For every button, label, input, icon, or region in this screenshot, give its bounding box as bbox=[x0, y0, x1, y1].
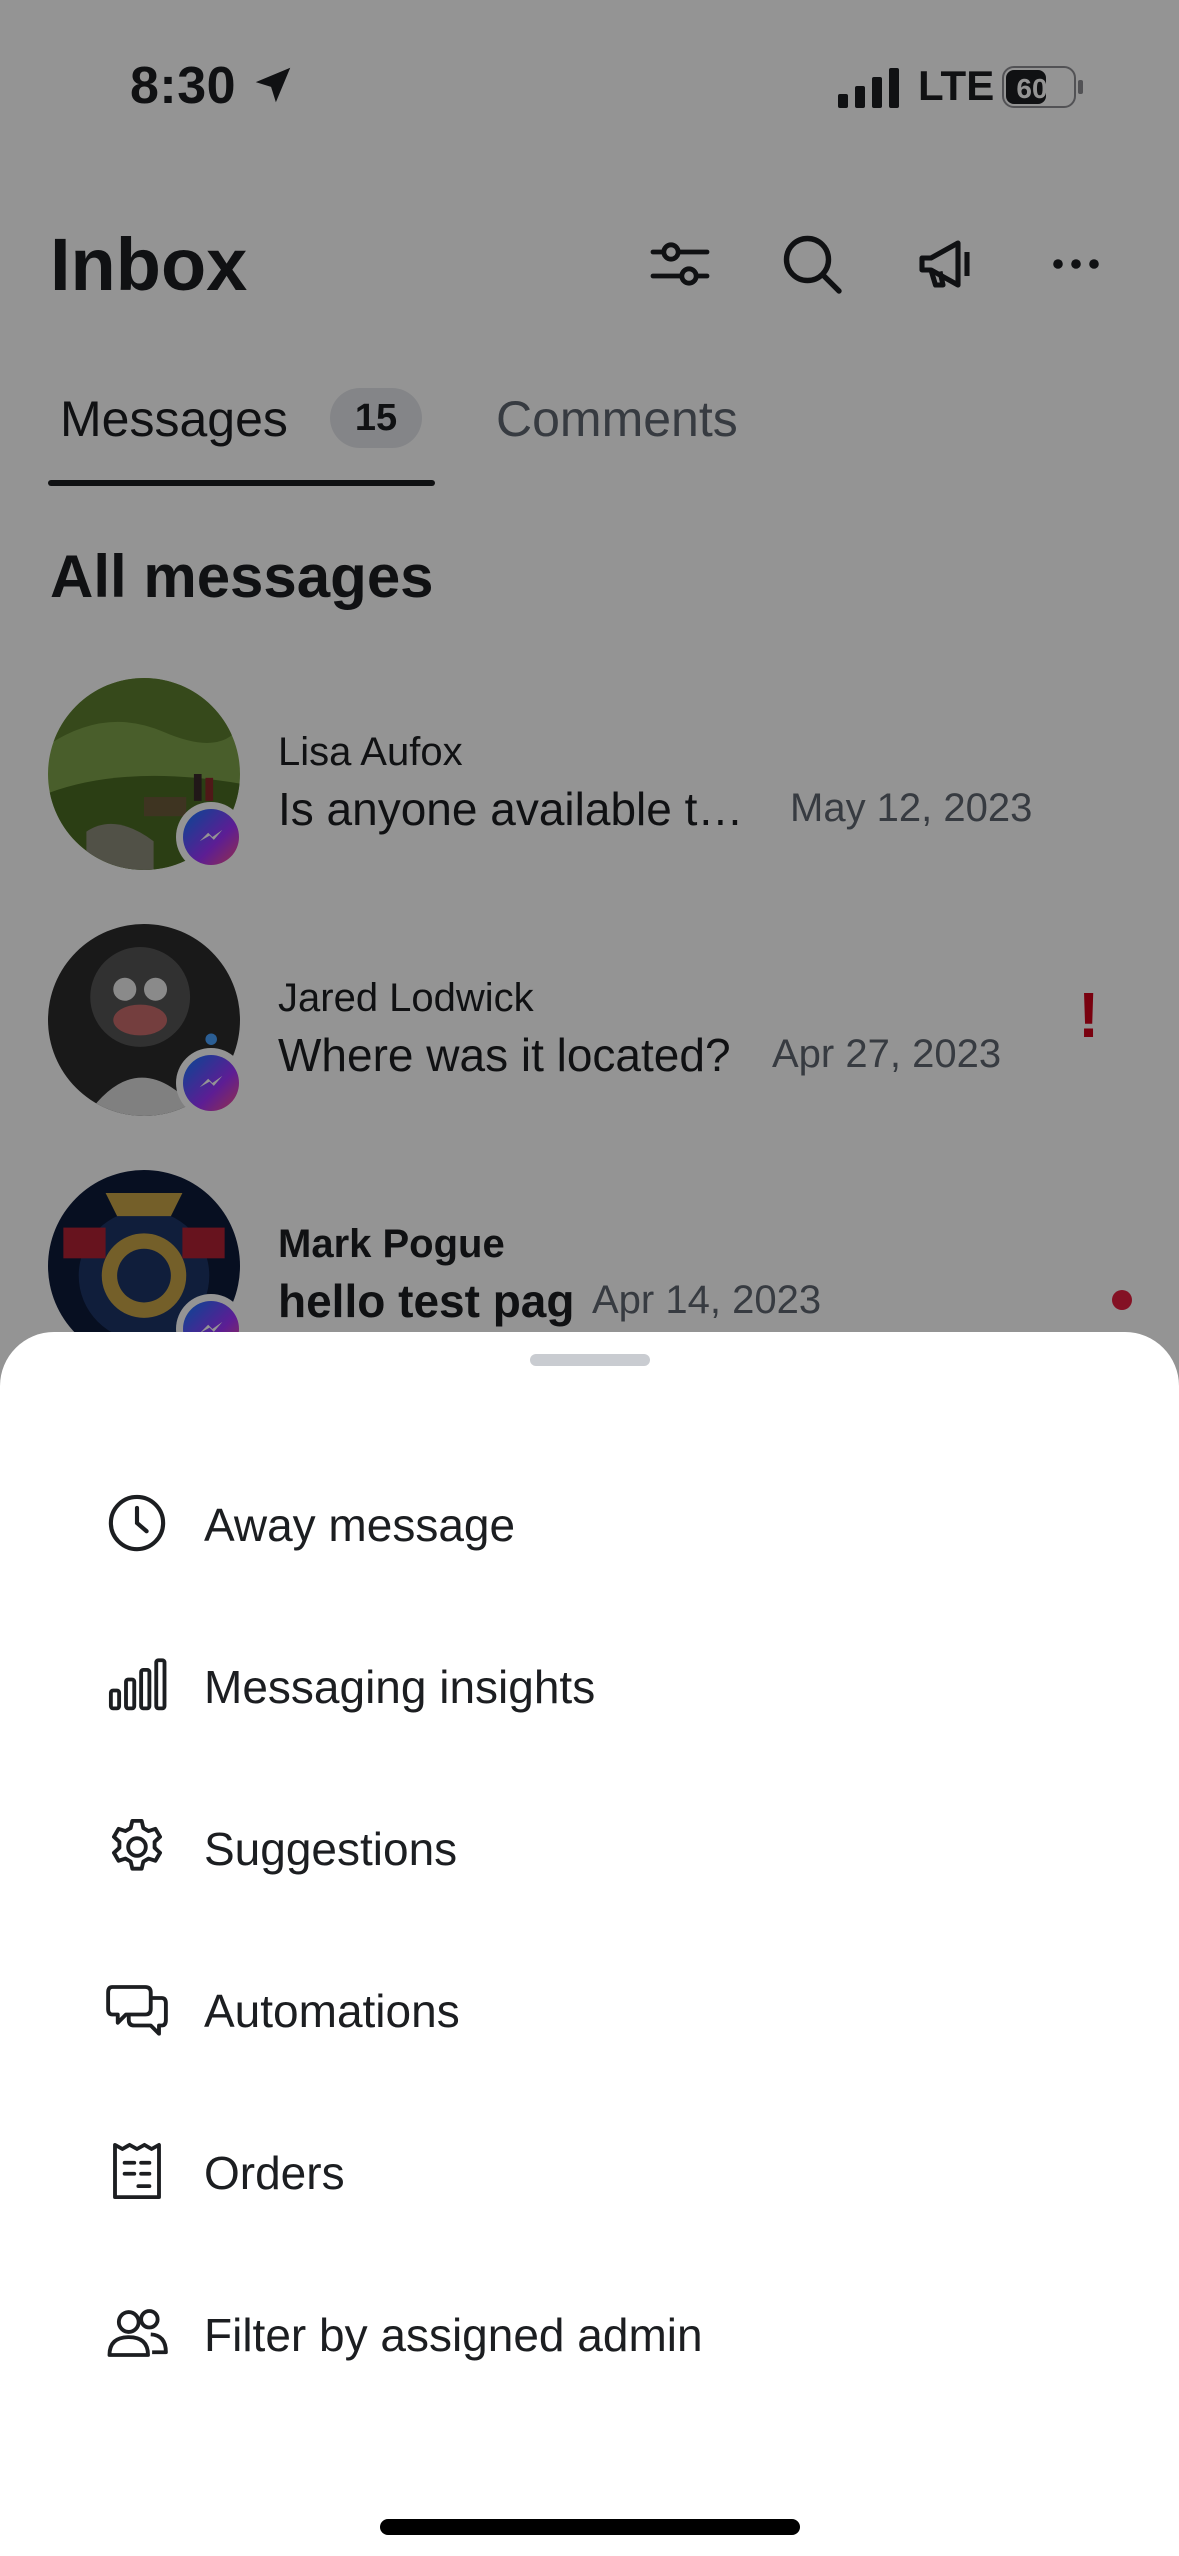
receipt-icon bbox=[104, 2138, 170, 2204]
bar-chart-icon bbox=[104, 1652, 170, 1718]
menu-item-messaging-insights[interactable]: Messaging insights bbox=[0, 1604, 1179, 1764]
menu-item-label: Away message bbox=[204, 1499, 516, 1551]
sheet-grabber[interactable] bbox=[530, 1354, 650, 1366]
gear-icon bbox=[104, 1814, 170, 1880]
options-bottom-sheet: Away message Messaging insights Suggesti… bbox=[0, 1332, 1179, 2556]
menu-item-label: Orders bbox=[204, 2147, 345, 2199]
clock-icon bbox=[104, 1490, 170, 1556]
people-icon bbox=[104, 2300, 170, 2366]
home-indicator[interactable] bbox=[380, 2519, 800, 2535]
menu-item-label: Messaging insights bbox=[204, 1661, 596, 1713]
menu-item-away-message[interactable]: Away message bbox=[0, 1442, 1179, 1602]
menu-item-suggestions[interactable]: Suggestions bbox=[0, 1766, 1179, 1926]
screen: 8:30 LTE 60 Inbox Messages 15 Comments A… bbox=[0, 0, 1179, 2556]
menu-item-label: Automations bbox=[204, 1985, 460, 2037]
chat-bubbles-icon bbox=[104, 1976, 170, 2042]
menu-item-label: Suggestions bbox=[204, 1823, 458, 1875]
menu-item-orders[interactable]: Orders bbox=[0, 2090, 1179, 2250]
menu-item-automations[interactable]: Automations bbox=[0, 1928, 1179, 2088]
menu-item-label: Filter by assigned admin bbox=[204, 2309, 703, 2361]
menu-item-filter-by-admin[interactable]: Filter by assigned admin bbox=[0, 2252, 1179, 2412]
